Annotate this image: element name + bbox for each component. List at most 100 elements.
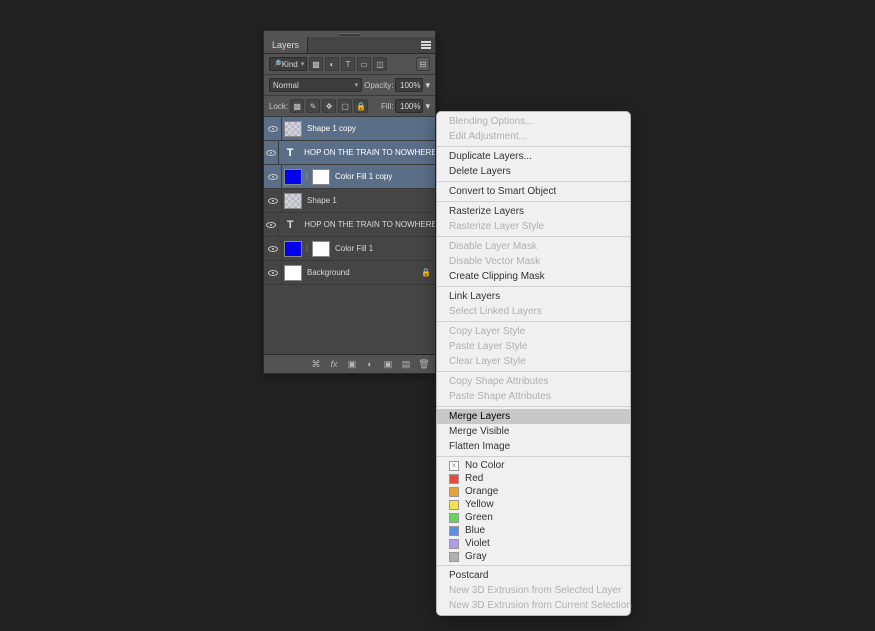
color-label-option[interactable]: Red [437,472,630,485]
layer-row[interactable]: Shape 1 copy [264,117,435,141]
tab-layers[interactable]: Layers [264,37,308,53]
lock-icon: 🔒 [421,268,431,277]
layer-name[interactable]: Color Fill 1 copy [332,172,392,181]
mask-link-icon[interactable]: ⋮ [304,245,310,252]
layer-thumbnail [284,169,302,185]
layer-mask-thumbnail [312,241,330,257]
menu-item[interactable]: Postcard [437,568,630,583]
trash-icon[interactable]: 🗑 [418,358,430,370]
filter-adjust-icon[interactable]: ◐ [325,57,339,71]
color-label-text: Red [465,473,483,484]
lock-all-icon[interactable]: 🔒 [354,99,368,113]
menu-item: Disable Layer Mask [437,239,630,254]
panel-menu-button[interactable] [417,37,435,53]
lock-pixels-icon[interactable]: ✎ [306,99,320,113]
menu-separator [437,321,630,322]
menu-item: New 3D Extrusion from Selected Layer [437,583,630,598]
layer-thumbnail [284,241,302,257]
layer-name[interactable]: Background [304,268,350,277]
layer-row[interactable]: Background 🔒 [264,261,435,285]
visibility-toggle[interactable] [264,117,282,140]
visibility-toggle[interactable] [264,141,279,164]
color-label-option[interactable]: Green [437,511,630,524]
menu-separator [437,456,630,457]
menu-item: Paste Shape Attributes [437,389,630,404]
visibility-toggle[interactable] [264,261,282,284]
menu-item: Blending Options... [437,114,630,129]
layer-row[interactable]: ⋮ Color Fill 1 [264,237,435,261]
menu-item[interactable]: Delete Layers [437,164,630,179]
mask-link-icon[interactable]: ⋮ [304,173,310,180]
visibility-toggle[interactable] [264,213,279,236]
fill-input[interactable]: 100% [395,99,423,113]
panel-tabs: Layers [264,37,435,54]
visibility-toggle[interactable] [264,165,282,188]
menu-item[interactable]: Link Layers [437,289,630,304]
filter-kind-select[interactable]: 🔎 Kind ▾ [269,57,307,71]
lock-transparency-icon[interactable]: ▩ [290,99,304,113]
filter-smart-icon[interactable]: ◫ [373,57,387,71]
blend-mode-select[interactable]: Normal ▾ [269,78,362,92]
link-layers-icon[interactable]: ⌘ [310,358,322,370]
layer-row[interactable]: THOP ON THE TRAIN TO NOWHERE BABY [264,213,435,237]
type-layer-icon: T [281,145,299,161]
menu-item: Rasterize Layer Style [437,219,630,234]
menu-item[interactable]: Rasterize Layers [437,204,630,219]
menu-separator [437,181,630,182]
gray-swatch-icon [449,552,459,562]
eye-icon [266,150,276,156]
opacity-caret-icon[interactable]: ▾ [425,80,430,91]
fx-icon[interactable]: fx [328,358,340,370]
filter-toggle-icon[interactable]: ⊟ [416,57,430,71]
layer-name[interactable]: HOP ON THE TRAIN TO NOWHERE BABY [301,220,435,229]
filter-pixel-icon[interactable]: ▩ [309,57,323,71]
new-layer-icon[interactable]: ▤ [400,358,412,370]
menu-item[interactable]: Merge Layers [437,409,630,424]
lock-position-icon[interactable]: ✥ [322,99,336,113]
menu-item[interactable]: Duplicate Layers... [437,149,630,164]
layer-name[interactable]: Color Fill 1 [332,244,373,253]
layer-name[interactable]: Shape 1 [304,196,337,205]
opacity-input[interactable]: 100% [395,78,423,92]
blend-mode-value: Normal [273,81,299,90]
color-label-option[interactable]: Yellow [437,498,630,511]
filter-shape-icon[interactable]: ▭ [357,57,371,71]
eye-icon [266,222,276,228]
eye-icon [268,174,278,180]
blend-row: Normal ▾ Opacity: 100% ▾ [264,75,435,96]
color-label-option[interactable]: Violet [437,537,630,550]
color-label-option[interactable]: Orange [437,485,630,498]
filter-type-icon[interactable]: T [341,57,355,71]
menu-item: Edit Adjustment... [437,129,630,144]
menu-separator [437,565,630,566]
layer-name[interactable]: Shape 1 copy [304,124,356,133]
fill-caret-icon[interactable]: ▾ [425,101,430,112]
menu-item: Copy Shape Attributes [437,374,630,389]
layer-name[interactable]: HOP ON THE TRAIN TO NOWHERE BAB... [301,148,435,157]
eye-icon [268,198,278,204]
color-label-option[interactable]: ×No Color [437,459,630,472]
color-label-option[interactable]: Blue [437,524,630,537]
adjustment-icon[interactable]: ◐ [364,358,376,370]
menu-item: Clear Layer Style [437,354,630,369]
color-label-option[interactable]: Gray [437,550,630,563]
layer-row[interactable]: Shape 1 [264,189,435,213]
eye-icon [268,270,278,276]
menu-separator [437,371,630,372]
hamburger-icon [421,44,431,46]
lock-artboard-icon[interactable]: ▢ [338,99,352,113]
layer-row[interactable]: THOP ON THE TRAIN TO NOWHERE BAB... [264,141,435,165]
group-icon[interactable]: ▣ [382,358,394,370]
layers-empty-area[interactable] [264,285,435,355]
green-swatch-icon [449,513,459,523]
layer-row[interactable]: ⋮ Color Fill 1 copy [264,165,435,189]
menu-item[interactable]: Convert to Smart Object [437,184,630,199]
visibility-toggle[interactable] [264,189,282,212]
mask-icon[interactable]: ▣ [346,358,358,370]
menu-item[interactable]: Create Clipping Mask [437,269,630,284]
menu-separator [437,146,630,147]
color-label-text: Violet [465,538,490,549]
menu-item[interactable]: Flatten Image [437,439,630,454]
menu-item[interactable]: Merge Visible [437,424,630,439]
visibility-toggle[interactable] [264,237,282,260]
